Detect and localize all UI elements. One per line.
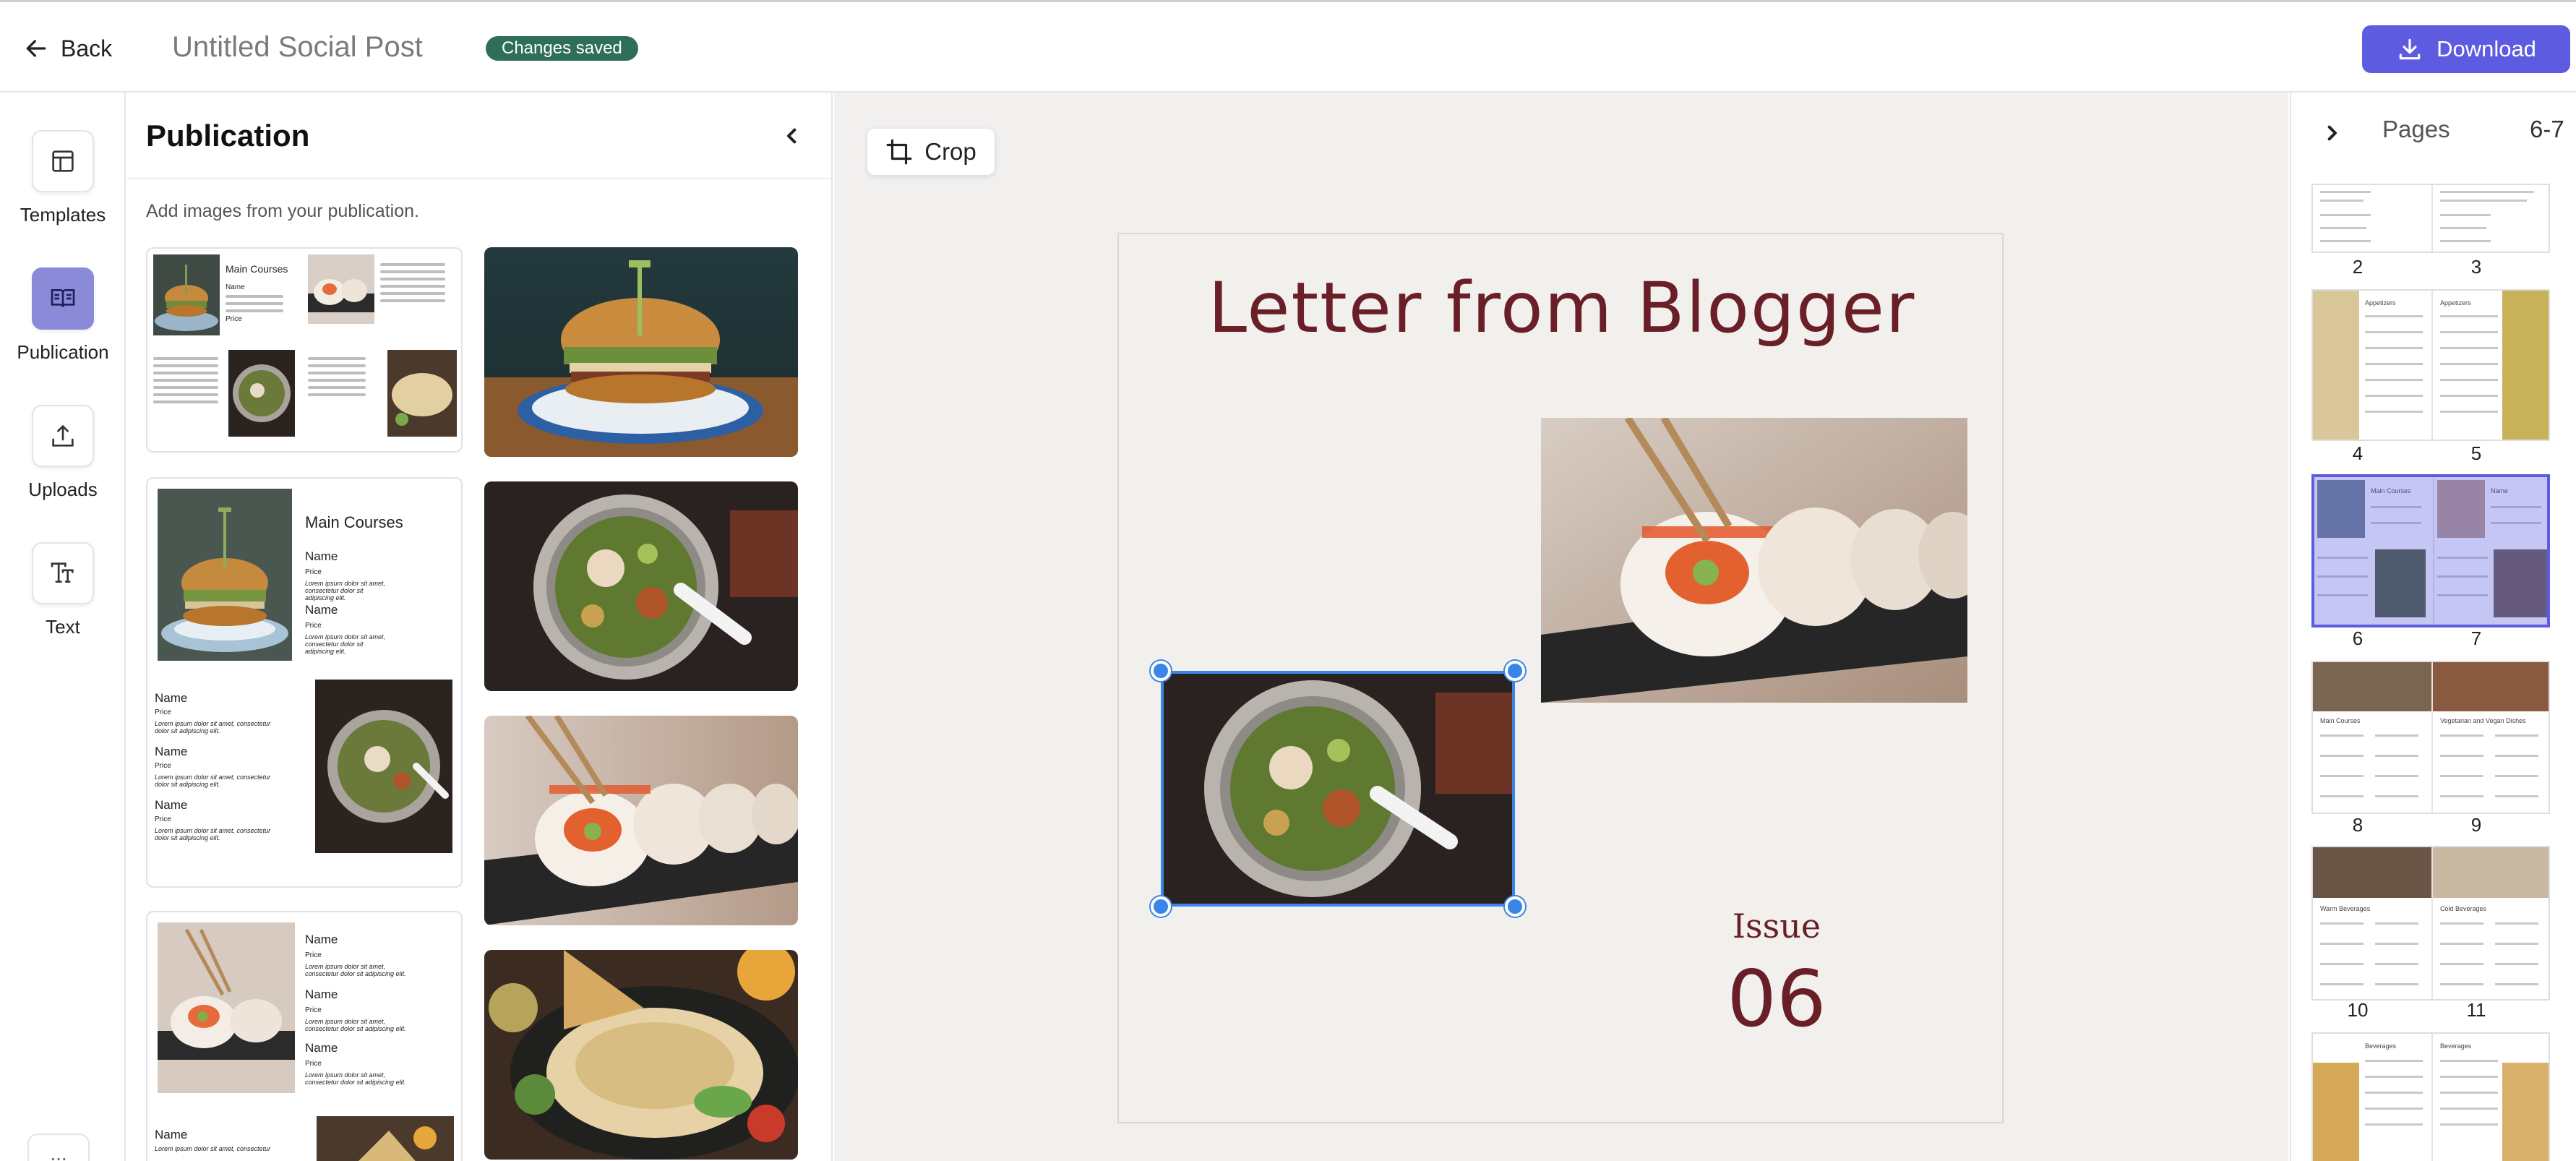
page-thumbnail[interactable]: [2311, 184, 2550, 253]
publication-spread-card[interactable]: Main Courses Name Price: [146, 247, 463, 453]
rail-item-templates[interactable]: Templates: [0, 130, 126, 226]
status-badge: Changes saved: [486, 36, 638, 61]
page-number: 5: [2470, 442, 2482, 464]
beverage-image: [2313, 847, 2431, 898]
publication-panel: Publication Add images from your publica…: [127, 93, 833, 1161]
bowl-thumbnail: [315, 680, 452, 853]
sushi-roll-photo[interactable]: [484, 716, 798, 925]
panel-title: Publication: [146, 119, 310, 153]
spread-heading: Main Courses: [305, 513, 403, 531]
beverage-image: [2433, 847, 2549, 898]
page-number: 3: [2470, 256, 2482, 278]
spread-name-label: Name: [226, 283, 245, 291]
page-number: 7: [2470, 627, 2482, 649]
panel-header: Publication: [127, 93, 831, 179]
panel-hint: Add images from your publication.: [146, 201, 419, 221]
pages-panel: Pages 6-7 2 3 Appetizers Appetizers 4 5 …: [2290, 93, 2576, 1161]
page-thumbnail-active[interactable]: Main Courses Name: [2311, 474, 2550, 627]
rail-label-uploads: Uploads: [28, 479, 98, 500]
page-number: 10: [2347, 999, 2369, 1021]
appetizer-image: [2502, 291, 2549, 440]
back-button[interactable]: Back: [22, 30, 112, 67]
spread-price-label: Price: [226, 315, 242, 323]
more-button[interactable]: ...: [27, 1134, 90, 1161]
sushi-image: [2437, 480, 2485, 538]
bowl-thumbnail: [228, 350, 295, 437]
burger-photo[interactable]: [484, 247, 798, 457]
burger-thumbnail: [153, 254, 220, 335]
page-number: 2: [2352, 256, 2364, 278]
salad-bowl-image[interactable]: [1161, 671, 1515, 907]
wrap-thumbnail: [387, 350, 457, 437]
rail-item-publication[interactable]: Publication: [0, 267, 126, 364]
download-icon: [2399, 38, 2421, 60]
pages-range: 6-7: [2530, 116, 2564, 142]
crop-icon: [886, 139, 912, 165]
chevron-right-icon[interactable]: [2317, 119, 2346, 147]
burger-image: [2317, 480, 2365, 538]
sushi-thumbnail: [158, 922, 295, 1093]
download-button[interactable]: Download: [2362, 25, 2570, 73]
dish-image: [2313, 662, 2431, 711]
beverage-image: [2502, 1063, 2549, 1161]
page-number: 8: [2352, 814, 2364, 836]
issue-label[interactable]: Issue: [1668, 907, 1885, 946]
page-thumbnail[interactable]: Beverages Beverages: [2311, 1032, 2550, 1161]
beverage-image: [2313, 1063, 2359, 1161]
page-canvas: Letter from Blogger Issue 06: [1117, 233, 2004, 1123]
bowl-image: [2375, 549, 2426, 617]
rail-item-uploads[interactable]: Uploads: [0, 405, 126, 501]
text-icon: [32, 542, 94, 604]
rail-label-publication: Publication: [17, 341, 109, 363]
download-label: Download: [2437, 36, 2536, 61]
dish-image: [2433, 662, 2549, 711]
rail-item-text[interactable]: Text: [0, 542, 126, 638]
chevron-left-icon[interactable]: [778, 121, 807, 150]
page-thumbnail[interactable]: Warm Beverages Cold Beverages: [2311, 846, 2550, 1001]
omelette-plate-photo[interactable]: [484, 950, 798, 1160]
sushi-image[interactable]: [1541, 418, 1967, 703]
page-thumbnail[interactable]: Appetizers Appetizers: [2311, 289, 2550, 441]
page-title[interactable]: Letter from Blogger: [1119, 267, 2005, 348]
burger-thumbnail: [158, 489, 292, 661]
page-thumbnail[interactable]: Main Courses Vegetarian and Vegan Dishes: [2311, 661, 2550, 814]
rail-label-templates: Templates: [20, 204, 106, 226]
page-number: 4: [2352, 442, 2364, 464]
templates-icon: [32, 130, 94, 192]
page-number: 6: [2352, 627, 2364, 649]
crop-button[interactable]: Crop: [867, 129, 995, 175]
upload-icon: [32, 405, 94, 467]
page-number: 9: [2470, 814, 2482, 836]
wrap-thumbnail: [317, 1116, 454, 1161]
publication-spread-card[interactable]: Main Courses Name Price Lorem ipsum dolo…: [146, 477, 463, 888]
back-label: Back: [61, 35, 113, 61]
spread-heading: Main Courses: [226, 263, 288, 275]
arrow-left-icon: [26, 40, 46, 57]
rail-label-text: Text: [46, 616, 80, 638]
canvas-area: Crop Letter from Blogger Issue 06: [834, 93, 2288, 1161]
resize-handle-bottom-left[interactable]: [1151, 896, 1171, 917]
left-rail: Templates Publication Uploads Text ...: [0, 93, 126, 1161]
page-number: 11: [2466, 999, 2486, 1021]
crop-label: Crop: [924, 138, 976, 165]
wrap-image: [2494, 549, 2547, 617]
top-bar: Back Untitled Social Post Changes saved …: [0, 0, 2576, 93]
more-icon: ...: [50, 1142, 67, 1161]
pages-header: Pages 6-7: [2291, 93, 2576, 179]
appetizer-image: [2313, 291, 2359, 440]
salad-bowl-photo[interactable]: [484, 481, 798, 691]
resize-handle-bottom-right[interactable]: [1505, 896, 1525, 917]
publication-spread-card[interactable]: Name Price Lorem ipsum dolor sit amet, c…: [146, 911, 463, 1161]
pages-title: Pages: [2382, 116, 2450, 142]
publication-icon: [32, 267, 94, 330]
sushi-thumbnail: [308, 254, 374, 324]
resize-handle-top-right[interactable]: [1505, 661, 1525, 681]
document-title[interactable]: Untitled Social Post: [172, 31, 423, 64]
issue-number[interactable]: 06: [1668, 954, 1885, 1045]
resize-handle-top-left[interactable]: [1151, 661, 1171, 681]
